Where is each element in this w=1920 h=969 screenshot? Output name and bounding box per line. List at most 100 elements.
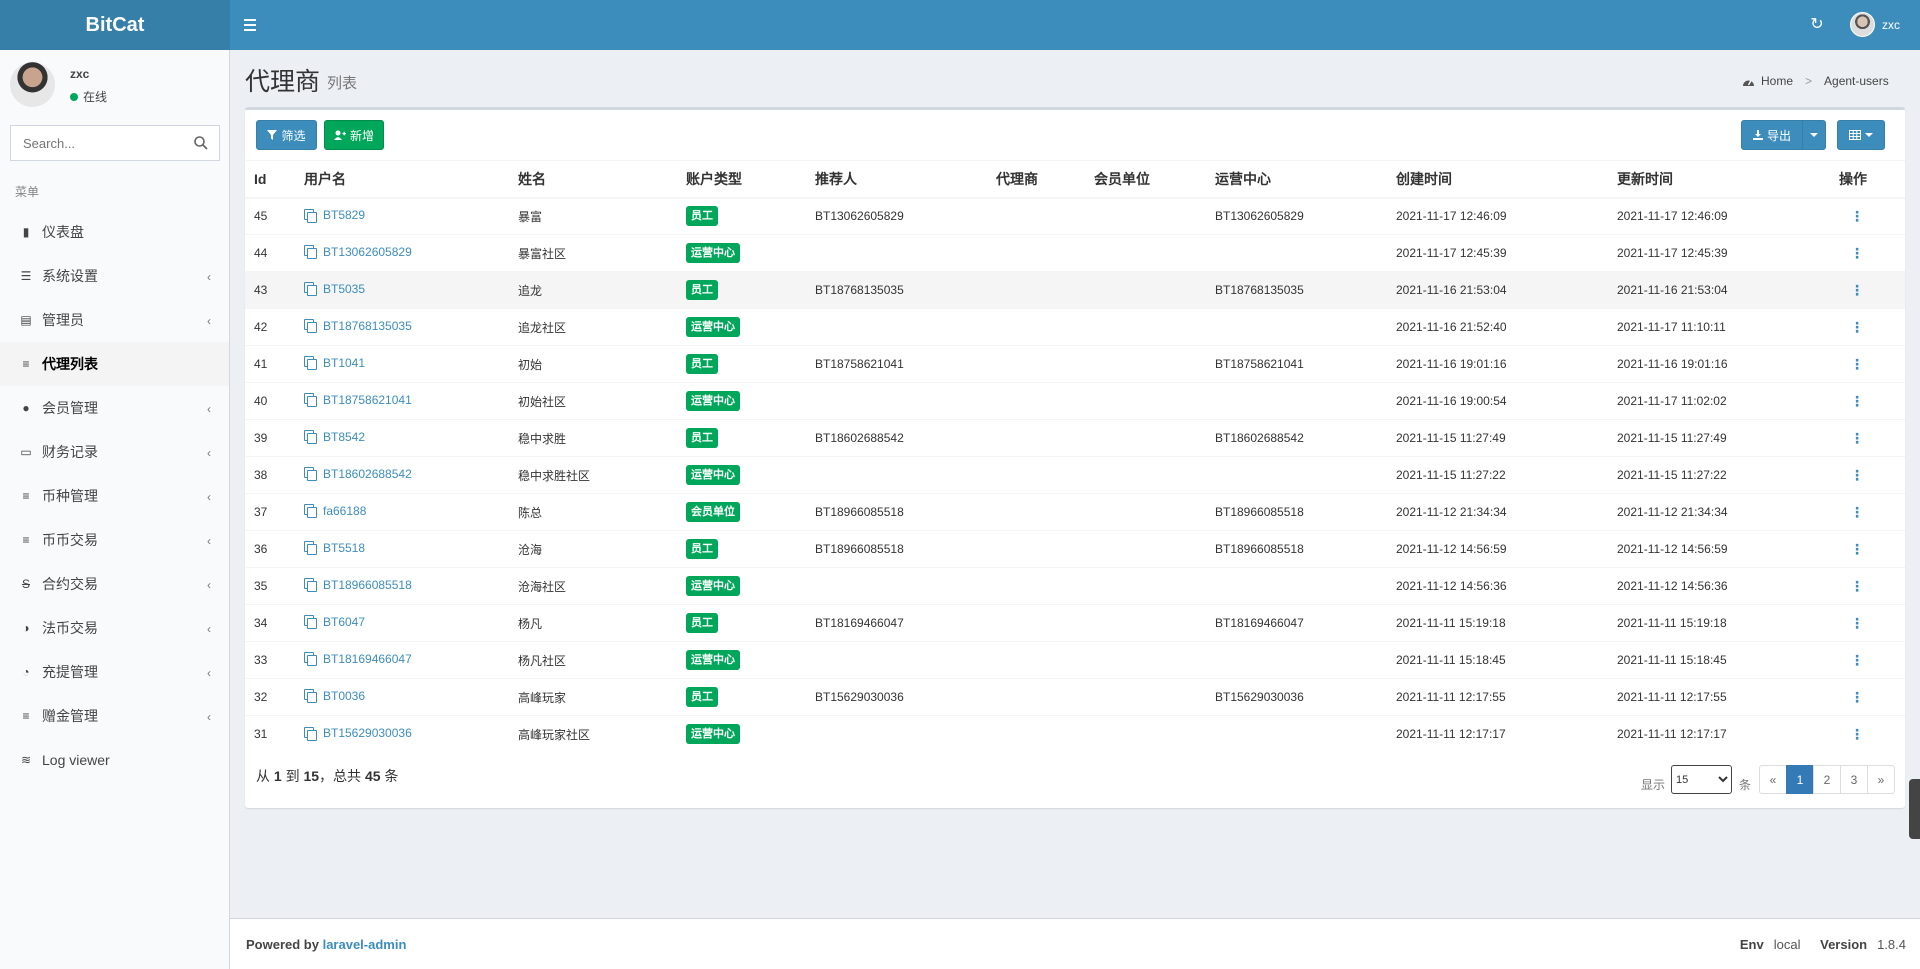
username-link[interactable]: BT1041 — [304, 356, 365, 371]
row-actions-icon[interactable]: ⋮ — [1839, 504, 1864, 520]
page-button[interactable]: 3 — [1840, 765, 1868, 794]
copy-icon[interactable] — [304, 467, 317, 482]
username-link[interactable]: BT8542 — [304, 430, 365, 445]
sidebar-item[interactable]: ▭ 财务记录 ‹ — [0, 430, 229, 474]
username-link[interactable]: BT18758621041 — [304, 393, 412, 408]
username-link[interactable]: BT13062605829 — [304, 245, 412, 260]
breadcrumb-home[interactable]: Home — [1761, 74, 1793, 88]
username-link[interactable]: BT5035 — [304, 282, 365, 297]
copy-icon[interactable] — [304, 356, 317, 371]
side-drawer-handle[interactable] — [1909, 779, 1920, 839]
row-actions-icon[interactable]: ⋮ — [1839, 245, 1864, 261]
column-header[interactable]: 推荐人 — [806, 160, 987, 199]
copy-icon[interactable] — [304, 689, 317, 704]
copy-icon[interactable] — [304, 652, 317, 667]
search-input[interactable] — [11, 126, 181, 160]
column-header[interactable]: 创建时间 — [1387, 160, 1608, 199]
column-header[interactable]: 运营中心 — [1206, 160, 1387, 199]
sidebar-item[interactable]: S 合约交易 ‹ — [0, 562, 229, 606]
username-link[interactable]: BT18768135035 — [304, 319, 412, 334]
app-logo[interactable]: BitCat — [0, 0, 230, 50]
username-link[interactable]: BT6047 — [304, 614, 366, 630]
column-header[interactable]: 操作 — [1830, 160, 1905, 199]
username-link[interactable]: fa66188 — [304, 504, 366, 519]
page-button[interactable]: 2 — [1813, 765, 1841, 794]
sidebar-item[interactable]: ◑ 法币交易 ‹ — [0, 606, 229, 650]
sidebar-toggle-icon[interactable] — [240, 13, 264, 37]
row-actions-icon[interactable]: ⋮ — [1839, 467, 1864, 483]
page-button[interactable]: 1 — [1786, 765, 1814, 794]
username-link[interactable]: BT15629030036 — [304, 726, 412, 741]
sidebar-item-label: 会员管理 — [42, 400, 98, 416]
cell-actions: ⋮ — [1830, 197, 1905, 235]
export-dropdown-button[interactable] — [1802, 120, 1826, 150]
row-actions-icon[interactable]: ⋮ — [1839, 319, 1864, 335]
copy-icon[interactable] — [304, 393, 317, 408]
cell-member-unit — [1085, 419, 1206, 457]
per-page-select[interactable]: 15 — [1671, 765, 1732, 794]
copy-icon[interactable] — [304, 504, 317, 519]
column-selector-button[interactable] — [1837, 120, 1885, 150]
column-header[interactable]: 账户类型 — [677, 160, 806, 199]
laravel-admin-link[interactable]: laravel-admin — [323, 937, 407, 952]
column-header[interactable]: 姓名 — [509, 160, 677, 199]
copy-icon[interactable] — [304, 208, 317, 223]
row-actions-icon[interactable]: ⋮ — [1839, 578, 1864, 594]
sidebar-item[interactable]: ≡ 代理列表 — [0, 342, 229, 386]
sidebar-item[interactable]: ● 会员管理 ‹ — [0, 386, 229, 430]
row-actions-icon[interactable]: ⋮ — [1839, 208, 1864, 224]
username-link[interactable]: BT5518 — [304, 541, 365, 556]
column-header[interactable]: 用户名 — [295, 160, 509, 199]
copy-icon[interactable] — [304, 726, 317, 741]
row-actions-icon[interactable]: ⋮ — [1839, 541, 1864, 557]
username-text: BT6047 — [323, 614, 366, 629]
export-button[interactable]: 导出 — [1741, 120, 1803, 150]
filter-button[interactable]: 筛选 — [256, 120, 317, 150]
copy-icon[interactable] — [304, 430, 317, 445]
column-header[interactable]: 会员单位 — [1085, 160, 1206, 199]
column-header[interactable]: Id — [245, 160, 295, 199]
sidebar-item[interactable]: ☰ 系统设置 ‹ — [0, 254, 229, 298]
username-link[interactable]: BT18966085518 — [304, 578, 412, 593]
copy-icon[interactable] — [304, 615, 317, 630]
search-icon[interactable] — [193, 135, 209, 151]
username-link[interactable]: BT18602688542 — [304, 467, 412, 482]
copy-icon[interactable] — [304, 541, 317, 556]
sidebar-item[interactable]: ≡ 币种管理 ‹ — [0, 474, 229, 518]
row-actions-icon[interactable]: ⋮ — [1839, 726, 1864, 742]
row-actions-icon[interactable]: ⋮ — [1839, 652, 1864, 668]
sidebar-item[interactable]: ▮ 仪表盘 — [0, 210, 229, 254]
username-link[interactable]: BT18169466047 — [304, 652, 412, 667]
copy-icon[interactable] — [304, 578, 317, 593]
row-actions-icon[interactable]: ⋮ — [1839, 689, 1864, 705]
sidebar-item[interactable]: ▤ 管理员 ‹ — [0, 298, 229, 342]
sidebar-item[interactable]: ◔ 充提管理 ‹ — [0, 650, 229, 694]
row-actions-icon[interactable]: ⋮ — [1839, 615, 1864, 631]
username-link[interactable]: BT0036 — [304, 689, 365, 704]
per-page-unit: 条 — [1739, 778, 1752, 792]
next-page-button[interactable]: » — [1867, 765, 1895, 794]
copy-icon[interactable] — [304, 245, 317, 260]
sidebar-item[interactable]: ≋ Log viewer — [0, 738, 229, 782]
column-header[interactable]: 更新时间 — [1608, 160, 1830, 199]
filter-icon — [267, 130, 278, 140]
cell-account-type: 员工 — [677, 678, 806, 716]
refresh-icon[interactable]: ↻ — [1806, 14, 1828, 36]
sidebar-item[interactable]: ≡ 赠金管理 ‹ — [0, 694, 229, 738]
add-button[interactable]: 新增 — [324, 120, 384, 150]
prev-page-button[interactable]: « — [1759, 765, 1787, 794]
cell-id: 36 — [245, 530, 295, 568]
database-icon: ≋ — [20, 753, 32, 767]
cell-username: BT18758621041 — [295, 382, 509, 420]
user-menu[interactable]: zxc — [1850, 12, 1900, 37]
row-actions-icon[interactable]: ⋮ — [1839, 356, 1864, 372]
row-actions-icon[interactable]: ⋮ — [1839, 430, 1864, 446]
copy-icon[interactable] — [304, 282, 317, 297]
username-link[interactable]: BT5829 — [304, 208, 365, 223]
row-actions-icon[interactable]: ⋮ — [1839, 282, 1864, 298]
copy-icon[interactable] — [304, 319, 317, 334]
row-actions-icon[interactable]: ⋮ — [1839, 393, 1864, 409]
sidebar-item[interactable]: ≡ 币币交易 ‹ — [0, 518, 229, 562]
column-header[interactable]: 代理商 — [987, 160, 1085, 199]
cell-username: BT8542 — [295, 419, 509, 457]
